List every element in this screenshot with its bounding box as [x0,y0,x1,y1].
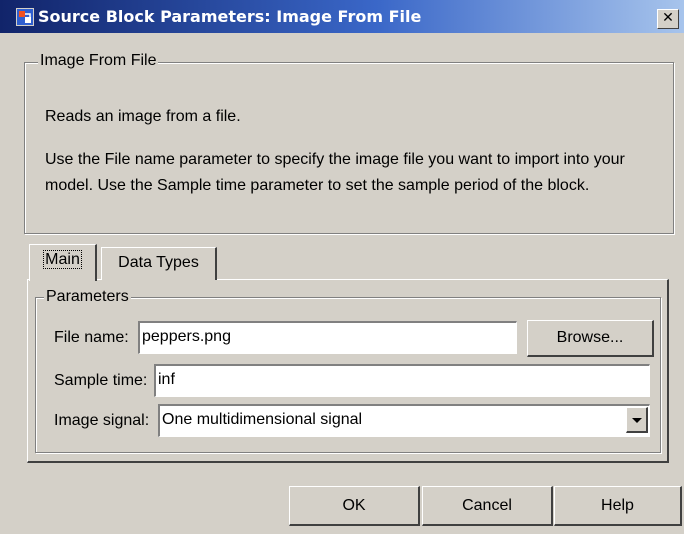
file-name-field[interactable]: peppers.png [138,321,517,354]
sample-time-label: Sample time: [54,372,148,389]
cancel-button[interactable]: Cancel [422,486,553,526]
ok-button[interactable]: OK [289,486,420,526]
description-group-title: Image From File [38,52,159,70]
description-line-1: Reads an image from a file. [45,108,241,125]
image-signal-label: Image signal: [54,412,150,429]
description-line-2: Use the File name parameter to specify t… [45,151,625,168]
parameters-group-title: Parameters [44,288,131,306]
tab-data-types[interactable]: Data Types [101,247,217,280]
window-title: Source Block Parameters: Image From File [38,7,422,26]
sample-time-field[interactable]: inf [154,364,650,397]
dropdown-button[interactable] [626,407,648,433]
description-group [24,62,674,234]
description-line-3: model. Use the Sample time parameter to … [45,177,590,194]
tab-main-label: Main [43,250,82,269]
browse-button[interactable]: Browse... [527,320,654,357]
image-signal-select[interactable]: One multidimensional signal [158,404,650,437]
close-icon[interactable]: ✕ [657,9,679,29]
tab-data-types-label: Data Types [118,254,199,271]
tab-main[interactable]: Main [29,244,97,281]
image-signal-value: One multidimensional signal [162,411,363,428]
simulink-block-icon [16,8,34,26]
help-button[interactable]: Help [554,486,682,526]
file-name-label: File name: [54,329,129,346]
title-bar[interactable]: Source Block Parameters: Image From File… [0,0,684,33]
chevron-down-icon [632,418,642,423]
